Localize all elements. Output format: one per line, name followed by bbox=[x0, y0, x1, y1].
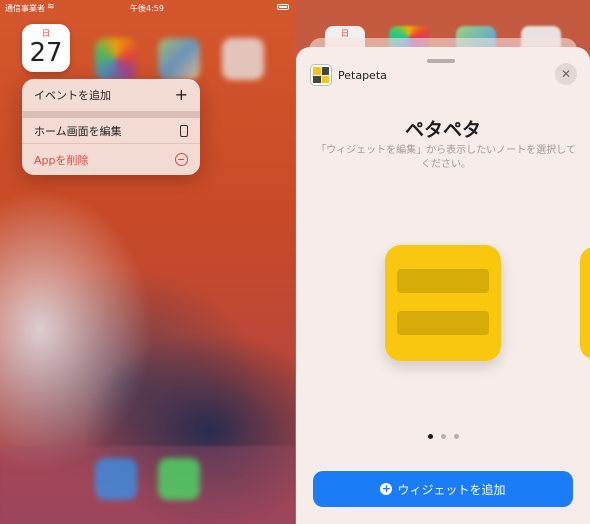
app-icon[interactable] bbox=[222, 38, 264, 80]
widget-sheet: Petapeta ✕ ペタペタ 「ウィジェットを編集」から表示したいノートを選択… bbox=[296, 47, 590, 524]
battery-icon bbox=[277, 4, 289, 10]
menu-item-label: イベントを追加 bbox=[34, 89, 111, 102]
close-icon: ✕ bbox=[560, 67, 572, 81]
messages-app-icon[interactable] bbox=[158, 458, 200, 500]
sheet-grabber[interactable] bbox=[427, 59, 455, 63]
add-widget-button[interactable]: + ウィジェットを追加 bbox=[313, 471, 573, 507]
add-widget-label: ウィジェットを追加 bbox=[397, 482, 506, 497]
menu-item-label: ホーム画面を編集 bbox=[34, 124, 122, 138]
home-screen-left: 通信事業者 ≋ 午後4:59 日 27 イベントを追加 + ホーム画面を編集 A… bbox=[0, 0, 295, 524]
plus-circle-icon: + bbox=[380, 482, 393, 495]
widget-title: ペタペタ bbox=[404, 119, 481, 141]
page-dot bbox=[453, 434, 459, 439]
calendar-date: 27 bbox=[29, 38, 63, 68]
app-name: Petapeta bbox=[338, 68, 387, 82]
page-dot bbox=[440, 434, 446, 439]
photos-app-icon[interactable] bbox=[95, 38, 137, 80]
status-bar: 通信事業者 ≋ 午後4:59 bbox=[0, 0, 295, 14]
widget-app-header: Petapeta bbox=[310, 64, 387, 86]
note-bar bbox=[397, 269, 489, 293]
widget-preview[interactable] bbox=[385, 245, 501, 361]
note-bar bbox=[397, 311, 489, 335]
calendar-weekday: 日 bbox=[341, 29, 349, 38]
page-dot bbox=[427, 434, 433, 439]
menu-item-label: Appを削除 bbox=[34, 153, 89, 167]
close-button[interactable]: ✕ bbox=[555, 63, 577, 85]
calendar-app-icon[interactable]: 日 27 bbox=[22, 24, 70, 72]
safari-app-icon[interactable] bbox=[95, 458, 137, 500]
delete-app-menu-item[interactable]: Appを削除 bbox=[22, 143, 200, 175]
minus-circle-icon bbox=[175, 153, 188, 166]
widget-description: 「ウィジェットを編集」から表示したいノートを選択してください。 bbox=[316, 145, 576, 170]
status-time: 午後4:59 bbox=[130, 4, 164, 13]
edit-home-screen-menu-item[interactable]: ホーム画面を編集 bbox=[22, 111, 200, 143]
dock bbox=[0, 446, 295, 524]
widget-gallery-screen: 日 Petapeta ✕ ペタペタ 「ウィジェットを編集」から表示したいノートを… bbox=[295, 0, 590, 524]
next-widget-preview[interactable] bbox=[580, 247, 590, 359]
page-indicator[interactable] bbox=[296, 434, 590, 439]
context-menu: イベントを追加 + ホーム画面を編集 Appを削除 bbox=[22, 79, 200, 175]
plus-icon: + bbox=[174, 85, 188, 104]
add-event-menu-item[interactable]: イベントを追加 + bbox=[22, 79, 200, 111]
petapeta-app-icon bbox=[310, 64, 332, 86]
maps-app-icon[interactable] bbox=[158, 38, 200, 80]
carrier-label: 通信事業者 bbox=[5, 4, 45, 13]
wifi-icon: ≋ bbox=[47, 2, 55, 12]
phone-icon bbox=[180, 124, 188, 137]
